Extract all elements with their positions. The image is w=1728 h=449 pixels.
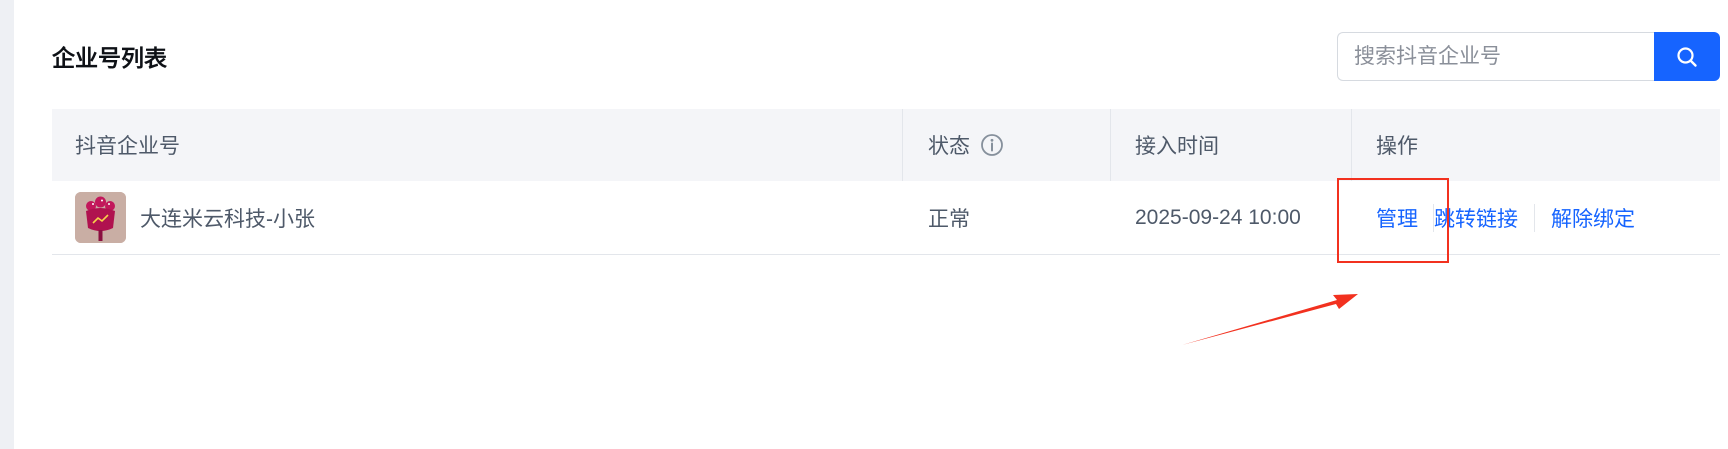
table-header: 抖音企业号 状态 接入时间 操作 <box>52 109 1720 181</box>
arrow-annotation <box>1182 294 1358 345</box>
info-circle-icon[interactable] <box>980 133 1004 157</box>
annotation-highlight-box <box>1337 178 1449 263</box>
column-header-account: 抖音企业号 <box>75 135 180 158</box>
column-divider <box>1110 109 1111 181</box>
account-avatar <box>75 192 126 243</box>
account-name[interactable]: 大连米云科技-小张 <box>140 203 315 233</box>
search-button[interactable] <box>1654 32 1720 81</box>
column-header-status: 状态 <box>928 109 1004 181</box>
column-header-actions: 操作 <box>1376 135 1418 158</box>
flower-avatar-image <box>75 192 126 243</box>
access-time-value: 2025-09-24 10:00 <box>1135 205 1301 229</box>
column-header-access-time: 接入时间 <box>1135 135 1219 158</box>
column-header-status-label: 状态 <box>928 135 970 158</box>
status-value: 正常 <box>928 207 970 231</box>
account-cell: 大连米云科技-小张 <box>75 181 315 254</box>
search-icon <box>1677 46 1697 67</box>
action-divider <box>1534 203 1535 232</box>
unbind-link[interactable]: 解除绑定 <box>1551 203 1635 233</box>
table-row: 大连米云科技-小张 正常 2025-09-24 10:00 管理 跳转链接 解除… <box>52 181 1720 255</box>
page-title: 企业号列表 <box>52 45 167 71</box>
column-divider <box>902 109 903 181</box>
search-input[interactable] <box>1337 32 1654 81</box>
column-divider <box>1351 109 1352 181</box>
search-bar <box>1337 32 1720 81</box>
left-sidebar-edge <box>0 0 14 449</box>
